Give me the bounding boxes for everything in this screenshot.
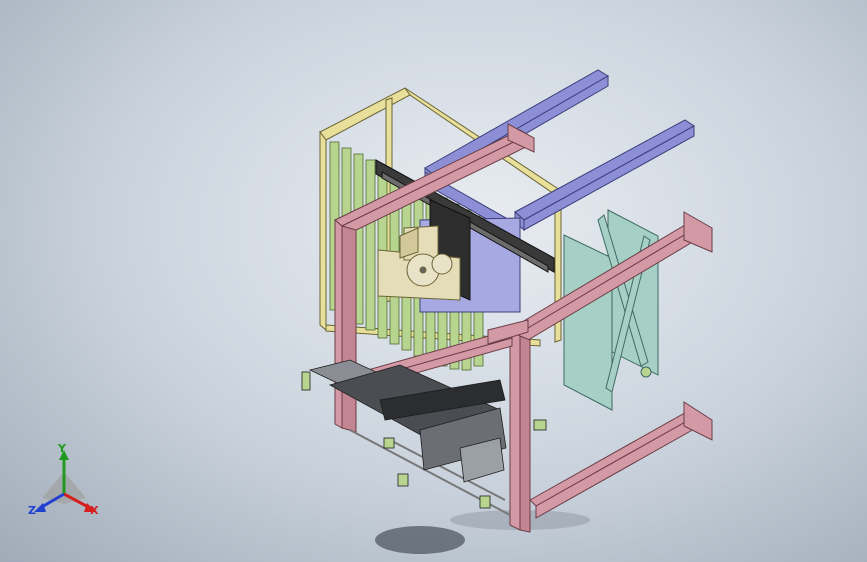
gripper-mechanism bbox=[301, 359, 547, 509]
floor-shadow bbox=[375, 526, 465, 554]
view-orientation-triad: Y X Z bbox=[24, 442, 108, 522]
y-axis-label: Y bbox=[58, 442, 66, 455]
cad-viewport[interactable]: Y X Z bbox=[0, 0, 867, 562]
z-axis-label: Z bbox=[28, 504, 36, 517]
x-axis-label: X bbox=[90, 504, 99, 517]
machine-assembly-model[interactable] bbox=[0, 0, 867, 562]
